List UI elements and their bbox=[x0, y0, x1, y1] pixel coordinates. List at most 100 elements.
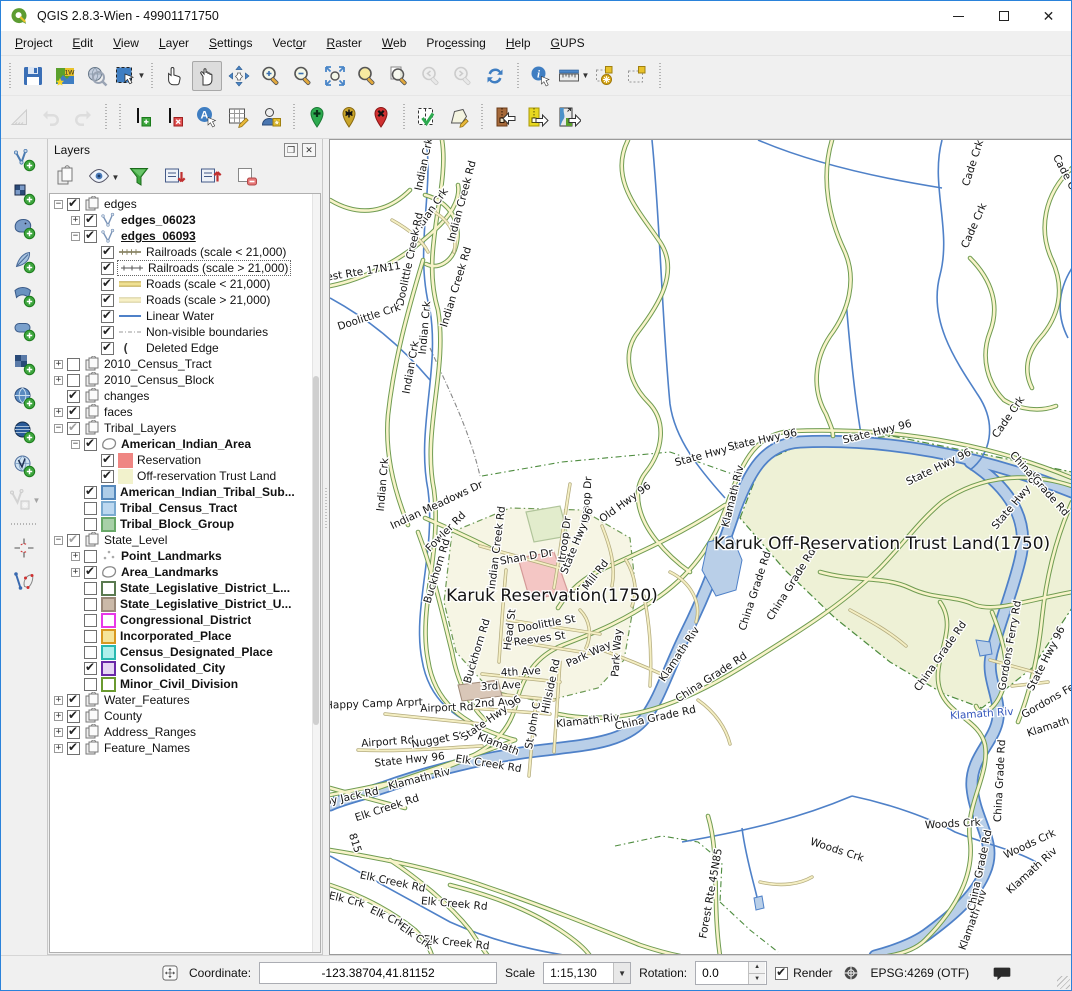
zoom-to-layer-button[interactable] bbox=[384, 61, 414, 91]
user-star-button[interactable] bbox=[256, 102, 286, 132]
menu-edit[interactable]: Edit bbox=[62, 33, 103, 53]
import-zip-button[interactable] bbox=[490, 102, 520, 132]
extents-toggle-icon[interactable] bbox=[159, 962, 181, 984]
pin-add-button[interactable] bbox=[302, 102, 332, 132]
menu-gups[interactable]: GUPS bbox=[541, 33, 595, 53]
visibility-checkbox[interactable]: ✔ bbox=[101, 294, 114, 307]
expand-icon[interactable]: + bbox=[54, 744, 63, 753]
group-address-ranges[interactable]: +✔Address_Ranges bbox=[50, 724, 320, 740]
group-tribal-layers[interactable]: −✔Tribal_Layers bbox=[50, 420, 320, 436]
resize-grip[interactable] bbox=[1057, 976, 1070, 989]
float-panel-icon[interactable]: ❐ bbox=[284, 143, 298, 157]
add-mssql-layer-button[interactable] bbox=[9, 281, 39, 311]
visibility-checkbox[interactable]: ✔ bbox=[67, 742, 80, 755]
layer-tribal-census-tract[interactable]: Tribal_Census_Tract bbox=[50, 500, 320, 516]
expand-icon[interactable]: + bbox=[54, 728, 63, 737]
visibility-checkbox[interactable]: ✔ bbox=[84, 214, 97, 227]
chevron-down-icon[interactable]: ▼ bbox=[112, 173, 120, 182]
add-wcs-layer-button[interactable] bbox=[9, 417, 39, 447]
pan-hand-button[interactable] bbox=[192, 61, 222, 91]
expand-icon[interactable]: + bbox=[54, 408, 63, 417]
menu-vector[interactable]: Vector bbox=[262, 33, 316, 53]
menu-view[interactable]: View bbox=[103, 33, 149, 53]
tree-scrollbar[interactable] bbox=[312, 194, 320, 952]
close-button[interactable]: ✕ bbox=[1026, 1, 1071, 31]
visibility-checkbox[interactable]: ✔ bbox=[84, 486, 97, 499]
group-faces[interactable]: +✔faces bbox=[50, 404, 320, 420]
rotation-input[interactable] bbox=[696, 962, 748, 984]
group-state-level[interactable]: −✔State_Level bbox=[50, 532, 320, 548]
add-oracle-layer-button[interactable] bbox=[9, 315, 39, 345]
menu-web[interactable]: Web bbox=[372, 33, 416, 53]
topology-edit-button[interactable] bbox=[9, 567, 39, 597]
visibility-checkbox[interactable]: ✔ bbox=[67, 422, 80, 435]
group-changes[interactable]: ✔changes bbox=[50, 388, 320, 404]
visibility-checkbox[interactable] bbox=[67, 358, 80, 371]
render-check-icon[interactable] bbox=[775, 967, 788, 980]
layer-state-legislative-district-u-[interactable]: State_Legislative_District_U... bbox=[50, 596, 320, 612]
symbol-roads-scale-21-000-[interactable]: ✔Roads (scale > 21,000) bbox=[50, 292, 320, 308]
export-zip-button[interactable] bbox=[522, 102, 552, 132]
collapse-icon[interactable]: − bbox=[71, 232, 80, 241]
visibility-checkbox[interactable] bbox=[84, 502, 97, 515]
attribute-edit-button[interactable] bbox=[224, 102, 254, 132]
chevron-down-icon[interactable]: ▼ bbox=[138, 71, 146, 80]
group-feature-names[interactable]: +✔Feature_Names bbox=[50, 740, 320, 756]
visibility-checkbox[interactable]: ✔ bbox=[67, 406, 80, 419]
add-wfs-layer-button[interactable] bbox=[9, 451, 39, 481]
render-checkbox[interactable]: Render bbox=[775, 966, 832, 980]
expand-icon[interactable]: + bbox=[54, 376, 63, 385]
menu-processing[interactable]: Processing bbox=[416, 33, 495, 53]
maximize-button[interactable] bbox=[981, 1, 1026, 31]
filter-legend-button[interactable] bbox=[125, 164, 153, 190]
messages-icon[interactable] bbox=[991, 962, 1013, 984]
symbol-roads-scale-21-000-[interactable]: ✔Roads (scale < 21,000) bbox=[50, 276, 320, 292]
visibility-checkbox[interactable]: ✔ bbox=[101, 342, 114, 355]
layer-edges-06093[interactable]: −✔edges_06093 bbox=[50, 228, 320, 244]
visibility-checkbox[interactable] bbox=[84, 582, 97, 595]
visibility-checkbox[interactable] bbox=[84, 550, 97, 563]
visibility-checkbox[interactable]: ✔ bbox=[101, 310, 114, 323]
group-2010-census-block[interactable]: +2010_Census_Block bbox=[50, 372, 320, 388]
zoom-out-button[interactable] bbox=[288, 61, 318, 91]
select-region-button[interactable]: ▼ bbox=[114, 61, 144, 91]
visibility-checkbox[interactable] bbox=[84, 598, 97, 611]
visibility-checkbox[interactable]: ✔ bbox=[67, 710, 80, 723]
zoom-full-button[interactable] bbox=[320, 61, 350, 91]
scale-combo[interactable]: 1:15,130 ▼ bbox=[543, 962, 631, 984]
expand-icon[interactable]: + bbox=[54, 696, 63, 705]
symbol-railroads-scale-21-000-[interactable]: ✔Railroads (scale > 21,000) bbox=[50, 260, 320, 276]
chevron-down-icon[interactable]: ▼ bbox=[33, 496, 41, 505]
collapse-icon[interactable]: − bbox=[54, 536, 63, 545]
layer-area-landmarks[interactable]: +✔Area_Landmarks bbox=[50, 564, 320, 580]
cad-crosshair-button[interactable] bbox=[9, 533, 39, 563]
visibility-checkbox[interactable]: ✔ bbox=[101, 326, 114, 339]
visibility-checkbox[interactable]: ✔ bbox=[101, 246, 114, 259]
measure-button[interactable]: ▼ bbox=[558, 61, 588, 91]
map-canvas[interactable]: Indian CrkIndian Creek RdIndian CrkDooli… bbox=[329, 139, 1071, 955]
layer-american-indian-tribal-sub-[interactable]: ✔American_Indian_Tribal_Sub... bbox=[50, 484, 320, 500]
layer-reservation[interactable]: ✔Reservation bbox=[50, 452, 320, 468]
visibility-checkbox[interactable] bbox=[84, 646, 97, 659]
add-group-button[interactable] bbox=[53, 164, 81, 190]
spin-up-icon[interactable]: ▲ bbox=[749, 962, 765, 974]
visibility-checkbox[interactable]: ✔ bbox=[84, 566, 97, 579]
layer-point-landmarks[interactable]: +Point_Landmarks bbox=[50, 548, 320, 564]
visibility-checkbox[interactable]: ✔ bbox=[84, 438, 97, 451]
visibility-checkbox[interactable]: ✔ bbox=[84, 230, 97, 243]
visibility-checkbox[interactable] bbox=[84, 614, 97, 627]
rotation-spinner[interactable]: ▲ ▼ bbox=[695, 961, 767, 985]
layer-tribal-block-group[interactable]: Tribal_Block_Group bbox=[50, 516, 320, 532]
collapse-icon[interactable]: − bbox=[54, 424, 63, 433]
add-raster-layer-button[interactable] bbox=[9, 179, 39, 209]
layer-congressional-district[interactable]: Congressional_District bbox=[50, 612, 320, 628]
layer-state-legislative-district-l-[interactable]: State_Legislative_District_L... bbox=[50, 580, 320, 596]
symbol-railroads-scale-21-000-[interactable]: ✔Railroads (scale < 21,000) bbox=[50, 244, 320, 260]
group-water-features[interactable]: +✔Water_Features bbox=[50, 692, 320, 708]
remove-layer-button[interactable] bbox=[233, 164, 261, 190]
zoom-in-button[interactable] bbox=[256, 61, 286, 91]
expand-icon[interactable]: + bbox=[71, 552, 80, 561]
new-bookmark-button[interactable] bbox=[622, 61, 652, 91]
menu-raster[interactable]: Raster bbox=[317, 33, 372, 53]
expand-icon[interactable]: + bbox=[54, 712, 63, 721]
